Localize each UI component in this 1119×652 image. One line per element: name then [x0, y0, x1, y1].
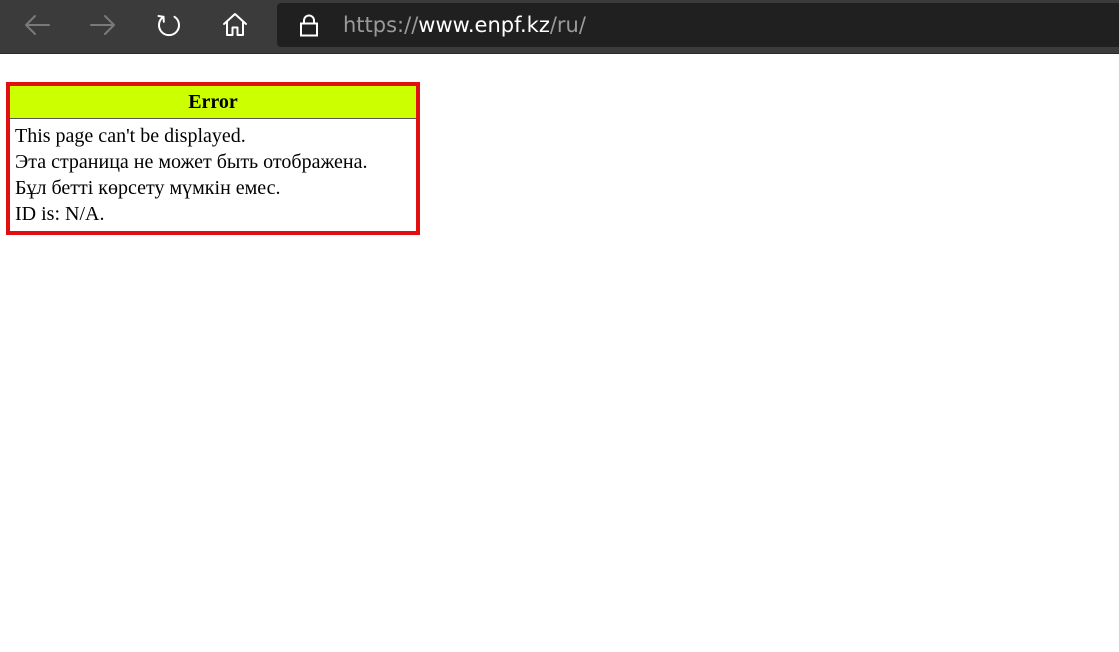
url-path: /ru/	[549, 13, 586, 37]
address-bar[interactable]: https://www.enpf.kz/ru/	[277, 3, 1119, 47]
arrow-right-icon	[90, 15, 115, 35]
back-button[interactable]	[17, 6, 57, 44]
error-line-kazakh: Бұл бетті көрсету мүмкін емес.	[15, 177, 281, 199]
url-scheme: https://	[343, 13, 419, 37]
lock-icon[interactable]	[297, 13, 321, 37]
error-message: This page can't be displayed. Эта страни…	[10, 119, 416, 231]
error-id: ID is: N/A.	[15, 203, 105, 225]
reload-icon	[157, 15, 180, 37]
arrow-left-icon	[25, 15, 50, 35]
error-title: Error	[10, 86, 416, 119]
url-text[interactable]: https://www.enpf.kz/ru/	[343, 11, 586, 39]
forward-button[interactable]	[83, 6, 123, 44]
url-host: www.enpf.kz	[418, 13, 550, 37]
error-box: Error This page can't be displayed. Эта …	[6, 82, 420, 235]
error-line-russian: Эта страница не может быть отображена.	[15, 151, 368, 173]
home-button[interactable]	[215, 6, 255, 44]
browser-toolbar: https://www.enpf.kz/ru/	[0, 0, 1119, 54]
error-line-english: This page can't be displayed.	[15, 125, 246, 147]
reload-button[interactable]	[149, 6, 189, 44]
home-icon	[223, 13, 247, 36]
